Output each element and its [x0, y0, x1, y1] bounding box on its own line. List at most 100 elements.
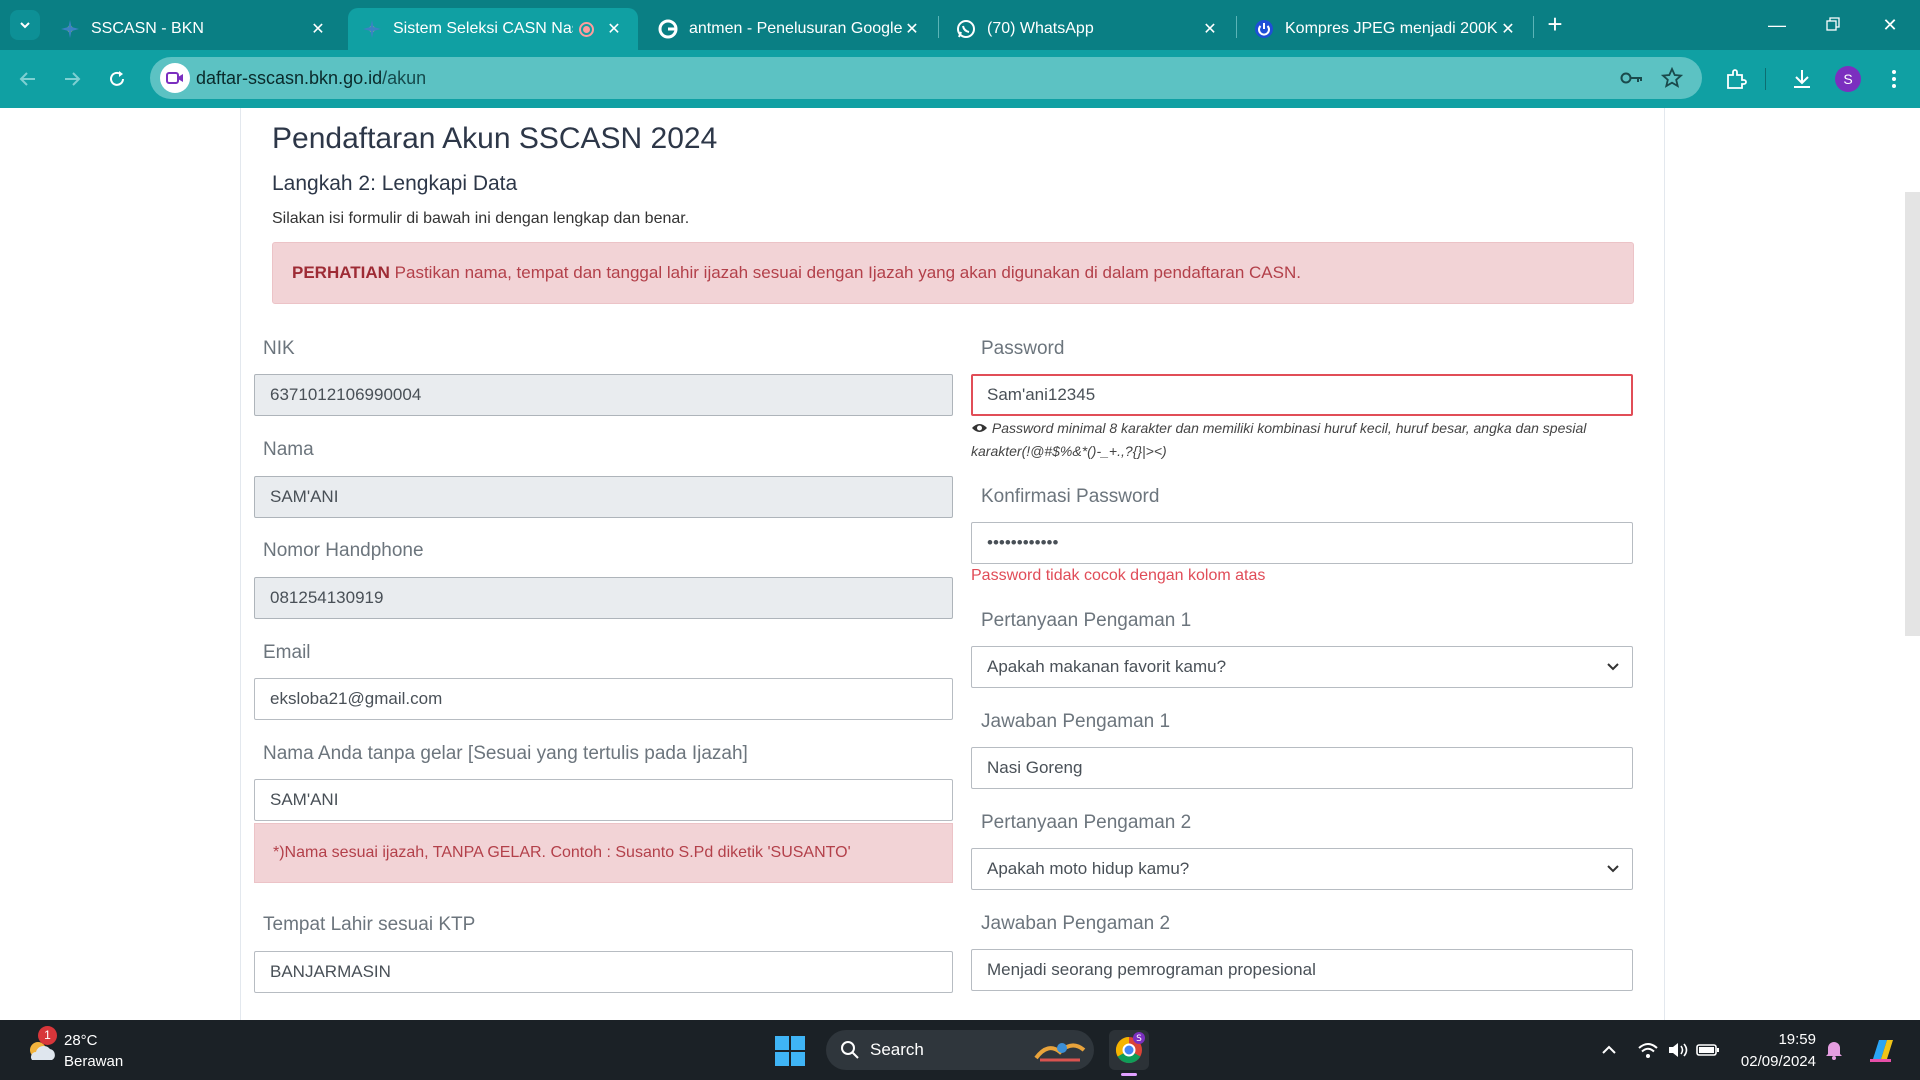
tab-title: antmen - Penelusuran Google [689, 20, 902, 37]
active-app-indicator [1121, 1073, 1137, 1076]
clock-time[interactable]: 19:59 [1740, 1031, 1816, 1048]
restore-icon [1826, 17, 1840, 31]
phone-field[interactable]: 081254130919 [254, 577, 953, 619]
taskbar-search[interactable]: Search [826, 1030, 1094, 1070]
battery-icon[interactable] [1696, 1038, 1720, 1062]
tab-strip: SSCASN - BKN ✕ Sistem Seleksi CASN Nasio… [0, 0, 1920, 50]
chrome-taskbar-icon[interactable]: S [1109, 1030, 1149, 1070]
url-host: daftar-sscasn.bkn.go.id [196, 68, 383, 88]
nama-ijazah-label: Nama Anda tanpa gelar [Sesuai yang tertu… [263, 743, 748, 764]
jawab1-label: Jawaban Pengaman 1 [981, 711, 1171, 732]
tab-separator [938, 16, 939, 38]
tab-close-icon[interactable]: ✕ [1498, 19, 1518, 39]
reload-icon [110, 71, 124, 86]
tab-close-icon[interactable]: ✕ [1200, 19, 1220, 39]
tab-separator [1236, 16, 1237, 38]
arrow-left-icon [19, 72, 35, 86]
power-icon [1254, 19, 1274, 39]
password-hint-text: Password minimal 8 karakter dan memiliki… [971, 420, 1587, 459]
url-path: /akun [382, 68, 427, 88]
start-tile [791, 1052, 805, 1066]
page-title: Pendaftaran Akun SSCASN 2024 [272, 122, 718, 155]
minimize-button[interactable]: — [1757, 10, 1797, 40]
tab-kompres-jpeg[interactable]: Kompres JPEG menjadi 200KB ✕ [1240, 8, 1532, 50]
forward-button[interactable] [56, 63, 88, 95]
security-answer-2-field[interactable]: Menjadi seorang pemrograman propesional [971, 949, 1633, 991]
tab-search-button[interactable] [10, 10, 40, 40]
arrow-right-icon [65, 72, 81, 86]
tab-sscasn-bkn[interactable]: SSCASN - BKN ✕ [46, 8, 342, 50]
security-question-2-value: Apakah moto hidup kamu? [987, 859, 1190, 878]
camera-permission-icon[interactable] [160, 63, 190, 93]
page-scrollbar[interactable] [1905, 192, 1920, 636]
tempat-lahir-label: Tempat Lahir sesuai KTP [263, 914, 476, 935]
tab-sistem-seleksi-casn[interactable]: Sistem Seleksi CASN Nasional ✕ [348, 8, 638, 50]
volume-icon[interactable] [1666, 1038, 1690, 1062]
konfirmasi-error: Password tidak cocok dengan kolom atas [971, 567, 1266, 584]
start-tile [775, 1036, 789, 1050]
nik-label: NIK [263, 338, 295, 359]
windows-start-button[interactable] [775, 1036, 805, 1066]
eye-icon[interactable] [971, 420, 992, 436]
windows-taskbar: 1 28°C Berawan Search S 19:59 02/09/2024 [0, 1020, 1920, 1080]
password-label: Password [981, 338, 1065, 359]
password-field[interactable]: Sam'ani12345 [971, 374, 1633, 416]
tab-close-icon[interactable]: ✕ [308, 19, 328, 39]
download-icon[interactable] [1788, 65, 1816, 93]
konfirmasi-password-field[interactable]: •••••••••••• [971, 522, 1633, 564]
start-tile [775, 1052, 789, 1066]
new-tab-button[interactable]: + [1540, 11, 1570, 38]
bookmark-star-icon[interactable] [1660, 66, 1684, 90]
show-hidden-icons-chevron-icon[interactable] [1597, 1038, 1621, 1062]
tab-title: Kompres JPEG menjadi 200KB [1285, 20, 1498, 37]
tempat-lahir-field[interactable]: BANJARMASIN [254, 951, 953, 993]
google-icon [658, 19, 678, 39]
reload-button[interactable] [101, 63, 133, 95]
security-question-1-value: Apakah makanan favorit kamu? [987, 657, 1227, 676]
page-content: Pendaftaran Akun SSCASN 2024 Langkah 2: … [0, 108, 1920, 1020]
tab-whatsapp[interactable]: (70) WhatsApp ✕ [942, 8, 1234, 50]
weather-description: Berawan [64, 1053, 124, 1070]
back-button[interactable] [12, 63, 44, 95]
copilot-icon[interactable] [1866, 1034, 1898, 1066]
sscasn-favicon-icon [60, 19, 80, 39]
alert-heading: PERHATIAN [292, 263, 390, 282]
restore-button[interactable] [1813, 10, 1853, 40]
start-tile [791, 1036, 805, 1050]
tab-separator [1533, 16, 1534, 38]
profile-avatar[interactable]: S [1835, 66, 1861, 92]
address-bar[interactable]: daftar-sscasn.bkn.go.id/akun [150, 57, 1702, 99]
tab-close-icon[interactable]: ✕ [604, 19, 624, 39]
nik-field[interactable]: 6371012106990004 [254, 374, 953, 416]
search-icon [841, 1041, 859, 1059]
close-window-button[interactable]: ✕ [1870, 10, 1910, 40]
tanya1-label: Pertanyaan Pengaman 1 [981, 610, 1192, 631]
wifi-icon[interactable] [1636, 1038, 1660, 1062]
nama-ijazah-field[interactable]: SAM'ANI [254, 779, 953, 821]
jawab2-label: Jawaban Pengaman 2 [981, 913, 1171, 934]
nama-ijazah-note: *)Nama sesuai ijazah, TANPA GELAR. Conto… [254, 823, 953, 883]
email-field[interactable]: eksloba21@gmail.com [254, 678, 953, 720]
security-question-1-select[interactable]: Apakah makanan favorit kamu? [971, 646, 1633, 688]
url-text: daftar-sscasn.bkn.go.id/akun [196, 68, 426, 89]
whatsapp-icon [956, 19, 976, 39]
nama-field[interactable]: SAM'ANI [254, 476, 953, 518]
weather-badge: 1 [38, 1026, 57, 1045]
chevron-down-icon [1607, 663, 1619, 671]
more-menu-icon[interactable] [1880, 65, 1908, 93]
notification-bell-icon[interactable] [1822, 1038, 1846, 1062]
extensions-icon[interactable] [1722, 65, 1750, 93]
tab-google-search[interactable]: antmen - Penelusuran Google ✕ [644, 8, 936, 50]
konfirmasi-label: Konfirmasi Password [981, 486, 1160, 507]
clock-date[interactable]: 02/09/2024 [1730, 1053, 1816, 1070]
tab-close-icon[interactable]: ✕ [902, 19, 922, 39]
security-question-2-select[interactable]: Apakah moto hidup kamu? [971, 848, 1633, 890]
step-title: Langkah 2: Lengkapi Data [272, 172, 518, 195]
search-highlight-icon [1034, 1043, 1086, 1062]
tab-title: Sistem Seleksi CASN Nasional [393, 20, 573, 37]
toolbar-divider [1765, 68, 1766, 90]
security-answer-1-field[interactable]: Nasi Goreng [971, 747, 1633, 789]
intro-text: Silakan isi formulir di bawah ini dengan… [272, 210, 690, 227]
svg-text:S: S [1136, 1034, 1142, 1044]
password-key-icon[interactable] [1620, 66, 1644, 90]
